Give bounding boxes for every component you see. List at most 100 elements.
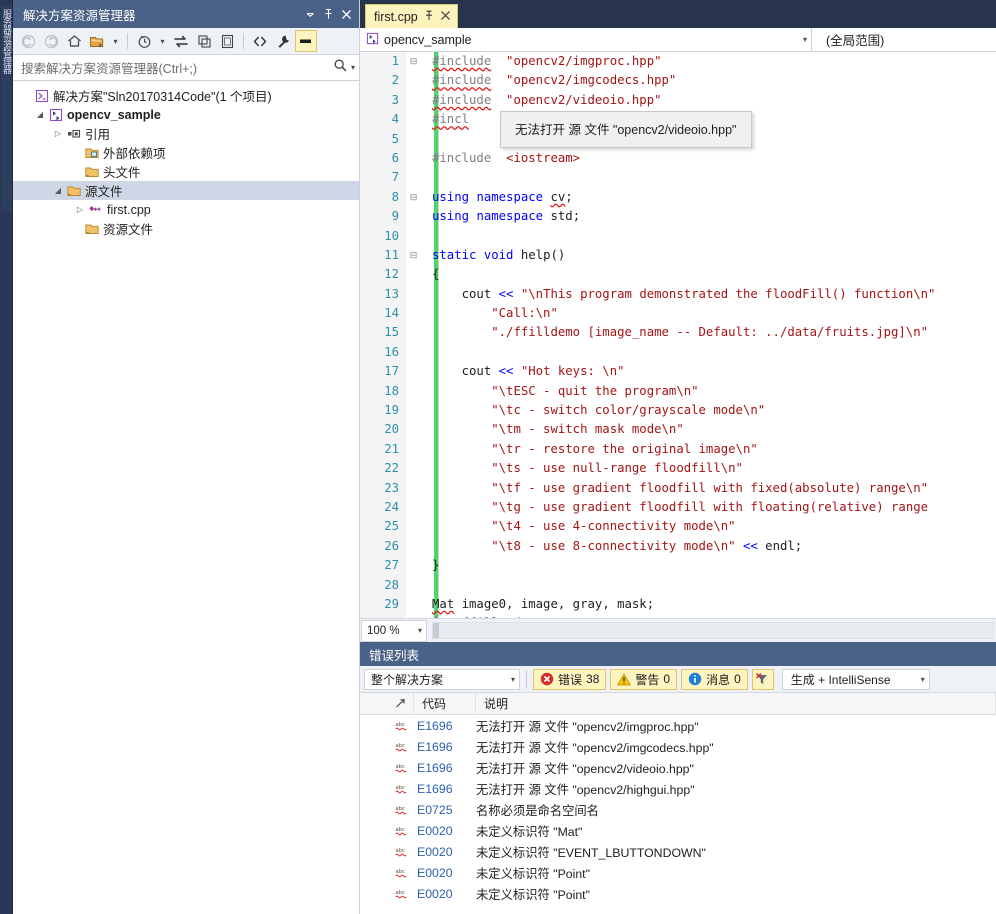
search-icon[interactable] — [333, 58, 348, 78]
tree-item-external-dependencies[interactable]: 外部依赖项 — [13, 143, 359, 162]
pending-changes-icon[interactable] — [133, 30, 155, 52]
table-row[interactable]: abcE1696无法打开 源 文件 "opencv2/imgproc.hpp" — [360, 715, 996, 736]
code-line[interactable]: 12{ — [360, 265, 996, 284]
table-row[interactable]: abcE0020未定义标识符 "Point" — [360, 862, 996, 883]
row-code-cell[interactable]: E1696 — [414, 719, 476, 733]
show-all-files-icon[interactable] — [249, 30, 271, 52]
chevron-down-icon[interactable]: ▾ — [511, 675, 515, 684]
column-header-code[interactable]: 代码 — [414, 693, 476, 715]
code-line[interactable]: 6#include <iostream> — [360, 149, 996, 168]
row-description-cell[interactable]: 未定义标识符 "EVENT_LBUTTONDOWN" — [476, 843, 996, 861]
twisty-expanded[interactable]: ◢ — [33, 110, 47, 119]
code-line[interactable]: 1⊟#include "opencv2/imgproc.hpp" — [360, 52, 996, 71]
row-code-cell[interactable]: E1696 — [414, 740, 476, 754]
code-line[interactable]: 14 "Call:\n" — [360, 304, 996, 323]
row-code-cell[interactable]: E0020 — [414, 824, 476, 838]
chevron-down-icon[interactable]: ▾ — [803, 35, 807, 44]
code-line[interactable]: 9using namespace std; — [360, 207, 996, 226]
twisty-collapsed[interactable]: ▷ — [73, 205, 87, 214]
code-line[interactable]: 19 "\tc - switch color/grayscale mode\n" — [360, 401, 996, 420]
code-line[interactable]: 25 "\t4 - use 4-connectivity mode\n" — [360, 517, 996, 536]
back-arrow-icon[interactable] — [17, 30, 39, 52]
errors-toggle-button[interactable]: 错误 38 — [533, 669, 606, 690]
row-description-cell[interactable]: 无法打开 源 文件 "opencv2/imgproc.hpp" — [476, 717, 996, 735]
server-explorer-vertical-tab[interactable]: 服务器资源管理器 — [1, 6, 12, 211]
warnings-toggle-button[interactable]: 警告 0 — [610, 669, 677, 690]
toggle-preview-pane-button[interactable] — [295, 30, 317, 52]
code-line[interactable]: 15 "./ffilldemo [image_name -- Default: … — [360, 323, 996, 342]
row-description-cell[interactable]: 名称必须是命名空间名 — [476, 801, 996, 819]
row-code-cell[interactable]: E1696 — [414, 782, 476, 796]
row-description-cell[interactable]: 无法打开 源 文件 "opencv2/imgcodecs.hpp" — [476, 738, 996, 756]
code-line[interactable]: 2#include "opencv2/imgcodecs.hpp" — [360, 71, 996, 90]
row-description-cell[interactable]: 未定义标识符 "Point" — [476, 864, 996, 882]
tree-item-first-cpp[interactable]: ▷ first.cpp — [13, 200, 359, 219]
fold-toggle-icon[interactable]: ⊟ — [406, 52, 421, 71]
code-line[interactable]: 20 "\tm - switch mask mode\n" — [360, 420, 996, 439]
code-line[interactable]: 23 "\tf - use gradient floodfill with fi… — [360, 479, 996, 498]
collapse-all-dropdown-icon[interactable]: ▾ — [109, 30, 122, 52]
clear-filter-icon[interactable] — [752, 669, 774, 690]
solution-explorer-search[interactable]: 搜索解决方案资源管理器(Ctrl+;) ▾ — [13, 55, 359, 81]
wrench-icon[interactable] — [272, 30, 294, 52]
table-row[interactable]: abcE1696无法打开 源 文件 "opencv2/imgcodecs.hpp… — [360, 736, 996, 757]
code-line[interactable]: 11⊟static void help() — [360, 246, 996, 265]
table-row[interactable]: abcE0020未定义标识符 "EVENT_LBUTTONDOWN" — [360, 841, 996, 862]
row-description-cell[interactable]: 未定义标识符 "Mat" — [476, 822, 996, 840]
scrollbar-thumb[interactable] — [433, 623, 439, 638]
pin-icon[interactable] — [424, 10, 434, 24]
row-description-cell[interactable]: 无法打开 源 文件 "opencv2/videoio.hpp" — [476, 759, 996, 777]
close-icon[interactable] — [440, 10, 451, 24]
zoom-level-combo[interactable]: 100 % ▾ — [361, 620, 427, 642]
code-line[interactable]: 27} — [360, 556, 996, 575]
code-line[interactable]: 21 "\tr - restore the original image\n" — [360, 440, 996, 459]
twisty-collapsed[interactable]: ▷ — [51, 129, 65, 138]
tree-item-source-files[interactable]: ◢ 源文件 — [13, 181, 359, 200]
code-surface[interactable]: 1⊟#include "opencv2/imgproc.hpp"2#includ… — [360, 52, 996, 618]
close-icon[interactable] — [337, 4, 355, 24]
messages-toggle-button[interactable]: 消息 0 — [681, 669, 748, 690]
tree-item-references[interactable]: ▷ 引用 — [13, 124, 359, 143]
fold-toggle-icon[interactable]: ⊟ — [406, 188, 421, 207]
pin-icon[interactable] — [319, 4, 337, 24]
code-line[interactable]: 28 — [360, 576, 996, 595]
row-code-cell[interactable]: E0020 — [414, 887, 476, 901]
chevron-down-icon[interactable] — [301, 4, 319, 24]
code-line[interactable]: 7 — [360, 168, 996, 187]
home-icon[interactable] — [63, 30, 85, 52]
column-header-icon[interactable] — [388, 693, 414, 715]
sync-with-active-document-icon[interactable] — [170, 30, 192, 52]
table-row[interactable]: abcE1696无法打开 源 文件 "opencv2/highgui.hpp" — [360, 778, 996, 799]
search-dropdown-icon[interactable]: ▾ — [351, 63, 355, 72]
horizontal-scrollbar[interactable] — [432, 622, 994, 639]
code-line[interactable]: 26 "\t8 - use 8-connectivity mode\n" << … — [360, 537, 996, 556]
code-line[interactable]: 13 cout << "\nThis program demonstrated … — [360, 285, 996, 304]
table-row[interactable]: abcE0725名称必须是命名空间名 — [360, 799, 996, 820]
tree-item-project[interactable]: ◢ opencv_sample — [13, 105, 359, 124]
code-line[interactable]: 3#include "opencv2/videoio.hpp" — [360, 91, 996, 110]
navbar-project-combo[interactable]: opencv_sample ▾ — [360, 28, 812, 52]
tab-first-cpp[interactable]: first.cpp — [365, 4, 458, 28]
row-description-cell[interactable]: 无法打开 源 文件 "opencv2/highgui.hpp" — [476, 780, 996, 798]
code-line[interactable]: 16 — [360, 343, 996, 362]
code-line[interactable]: 8⊟using namespace cv; — [360, 188, 996, 207]
collapse-all-icon[interactable] — [86, 30, 108, 52]
navbar-scope-combo[interactable]: (全局范围) — [812, 28, 996, 52]
code-line[interactable]: 18 "\tESC - quit the program\n" — [360, 382, 996, 401]
row-code-cell[interactable]: E0725 — [414, 803, 476, 817]
tree-item-header-files[interactable]: 头文件 — [13, 162, 359, 181]
tree-item-solution[interactable]: 解决方案"Sln20170314Code"(1 个项目) — [13, 86, 359, 105]
row-code-cell[interactable]: E0020 — [414, 866, 476, 880]
build-filter-combo[interactable]: 生成 + IntelliSense ▾ — [782, 669, 930, 690]
code-line[interactable]: 22 "\ts - use null-range floodfill\n" — [360, 459, 996, 478]
table-row[interactable]: abcE0020未定义标识符 "Mat" — [360, 820, 996, 841]
twisty-expanded[interactable]: ◢ — [51, 186, 65, 195]
column-header-description[interactable]: 说明 — [476, 693, 996, 715]
row-description-cell[interactable]: 未定义标识符 "Point" — [476, 885, 996, 903]
code-line[interactable]: 29Mat image0, image, gray, mask; — [360, 595, 996, 614]
chevron-down-icon[interactable]: ▾ — [921, 675, 925, 684]
row-code-cell[interactable]: E0020 — [414, 845, 476, 859]
table-row[interactable]: abcE0020未定义标识符 "Point" — [360, 883, 996, 904]
forward-arrow-icon[interactable] — [40, 30, 62, 52]
code-line[interactable]: 10 — [360, 227, 996, 246]
